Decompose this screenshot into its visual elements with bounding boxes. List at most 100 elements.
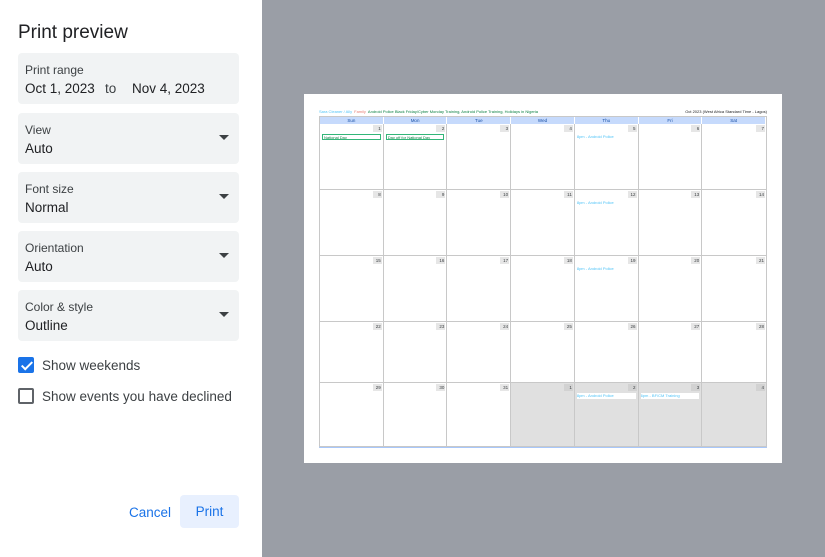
calendar-day-cell: 22 — [320, 322, 384, 383]
calendar-event: National Day — [322, 134, 381, 140]
legend-item: Family — [354, 109, 366, 114]
day-number: 12 — [627, 191, 637, 198]
font-size-value: Normal — [25, 200, 69, 215]
calendar-day-cell: 28 — [702, 322, 766, 383]
day-number: 27 — [691, 323, 701, 330]
chevron-down-icon — [219, 194, 229, 199]
calendar-day-cell: 21 — [702, 256, 766, 322]
weekday-label: Tue — [447, 117, 512, 124]
preview-page: Sara Cleaner / Ally Family Android Police … — [304, 94, 782, 463]
calendar-event: 6pm - BF/CM Training — [640, 393, 700, 399]
day-number: 4 — [756, 384, 765, 391]
calendar-day-cell: 6 — [638, 124, 703, 190]
day-number: 3 — [500, 125, 510, 132]
calendar-day-cell: 29 — [320, 383, 384, 447]
show-declined-label: Show events you have declined — [42, 388, 232, 404]
day-number: 18 — [563, 257, 573, 264]
legend-item: Sara Cleaner / Ally — [319, 109, 353, 114]
calendar-day-cell: 4 — [511, 124, 575, 190]
settings-panel: Print preview Print range Oct 1, 2023 to… — [0, 0, 262, 557]
show-weekends-label: Show weekends — [42, 357, 141, 373]
color-style-value: Outline — [25, 318, 68, 333]
view-value: Auto — [25, 141, 53, 156]
orientation-select[interactable]: Orientation Auto — [18, 231, 239, 282]
show-declined-checkbox[interactable] — [18, 388, 34, 404]
orientation-value: Auto — [25, 259, 53, 274]
day-number: 17 — [500, 257, 510, 264]
print-range-start-input[interactable]: Oct 1, 2023 — [25, 81, 95, 96]
calendar-event: 8pm - Android Police — [576, 134, 614, 139]
calendar-day-cell: 26 — [574, 322, 639, 383]
chevron-down-icon — [219, 135, 229, 140]
calendar-day-cell: 1 — [511, 383, 575, 447]
print-button[interactable]: Print — [180, 495, 239, 528]
print-preview-area: Sara Cleaner / Ally Family Android Police … — [262, 0, 825, 557]
weekday-label: Mon — [384, 117, 448, 124]
calendar-day-cell: 11 — [511, 190, 575, 256]
calendar-day-cell: 27 — [638, 322, 703, 383]
color-style-select[interactable]: Color & style Outline — [18, 290, 239, 341]
day-number: 20 — [691, 257, 701, 264]
calendar-day-cell: 18 — [511, 256, 575, 322]
calendar-day-cell: 17 — [447, 256, 512, 322]
calendar-day-cell: 15 — [320, 256, 384, 322]
page-title: Print preview — [18, 22, 128, 43]
show-weekends-row[interactable]: Show weekends — [18, 356, 140, 374]
day-number: 31 — [500, 384, 510, 391]
calendar-day-cell: 9 — [383, 190, 448, 256]
calendar-day-cell: 7 — [702, 124, 766, 190]
day-number: 8 — [372, 191, 382, 198]
print-range-label: Print range — [25, 63, 84, 77]
calendar-day-cell: 1 National Day — [320, 124, 384, 190]
font-size-select[interactable]: Font size Normal — [18, 172, 239, 223]
day-number: 5 — [627, 125, 637, 132]
calendar-day-cell: 30 — [383, 383, 448, 447]
show-declined-row[interactable]: Show events you have declined — [18, 387, 232, 405]
color-style-label: Color & style — [25, 300, 94, 314]
calendar-day-cell: 19 8pm - Android Police — [574, 256, 639, 322]
preview-header: Sara Cleaner / Ally Family Android Police … — [319, 109, 767, 116]
calendar-event: 8pm - Android Police — [576, 393, 636, 399]
day-number: 9 — [436, 191, 446, 198]
view-select[interactable]: View Auto — [18, 113, 239, 164]
calendar-day-cell: 23 — [383, 322, 448, 383]
weekday-label: Thu — [575, 117, 639, 124]
weekday-label: Fri — [639, 117, 703, 124]
day-number: 11 — [563, 191, 573, 198]
font-size-label: Font size — [25, 182, 74, 196]
weekday-label: Sun — [320, 117, 384, 124]
calendar-day-cell: 31 — [447, 383, 512, 447]
day-number: 7 — [756, 125, 765, 132]
day-number: 3 — [691, 384, 701, 391]
month-calendar: Sun Mon Tue Wed Thu Fri Sat 1 National Day 2 Day … — [319, 116, 767, 448]
cancel-button[interactable]: Cancel — [122, 496, 178, 528]
calendar-event: Day off for National Day — [385, 134, 445, 140]
calendar-event: 8pm - Android Police — [576, 200, 614, 205]
calendar-day-cell: 3 — [447, 124, 512, 190]
print-range-end-input[interactable]: Nov 4, 2023 — [132, 81, 205, 96]
chevron-down-icon — [219, 253, 229, 258]
legend-item: Android Police Black Friday/Cyber Monday… — [367, 109, 539, 114]
day-number: 25 — [563, 323, 573, 330]
day-number: 13 — [691, 191, 701, 198]
day-number: 26 — [627, 323, 637, 330]
calendar-day-cell: 4 — [702, 383, 766, 447]
calendar-day-cell: 24 — [447, 322, 512, 383]
view-label: View — [25, 123, 51, 137]
day-number: 30 — [436, 384, 446, 391]
calendar-day-cell: 25 — [511, 322, 575, 383]
calendar-day-cell: 8 — [320, 190, 384, 256]
day-number: 28 — [756, 323, 765, 330]
weekday-label: Sat — [702, 117, 767, 124]
day-number: 1 — [563, 384, 573, 391]
calendar-day-cell: 14 — [702, 190, 766, 256]
weekday-header: Sun Mon Tue Wed Thu Fri Sat — [320, 117, 767, 124]
calendar-day-cell: 5 8pm - Android Police — [574, 124, 639, 190]
day-number: 24 — [500, 323, 510, 330]
calendar-day-cell: 16 — [383, 256, 448, 322]
show-weekends-checkbox[interactable] — [18, 357, 34, 373]
day-number: 2 — [627, 384, 637, 391]
day-number: 6 — [691, 125, 701, 132]
calendar-day-cell: 2 Day off for National Day — [383, 124, 448, 190]
calendar-grid: 1 National Day 2 Day off for National Day 3 4… — [320, 124, 766, 447]
